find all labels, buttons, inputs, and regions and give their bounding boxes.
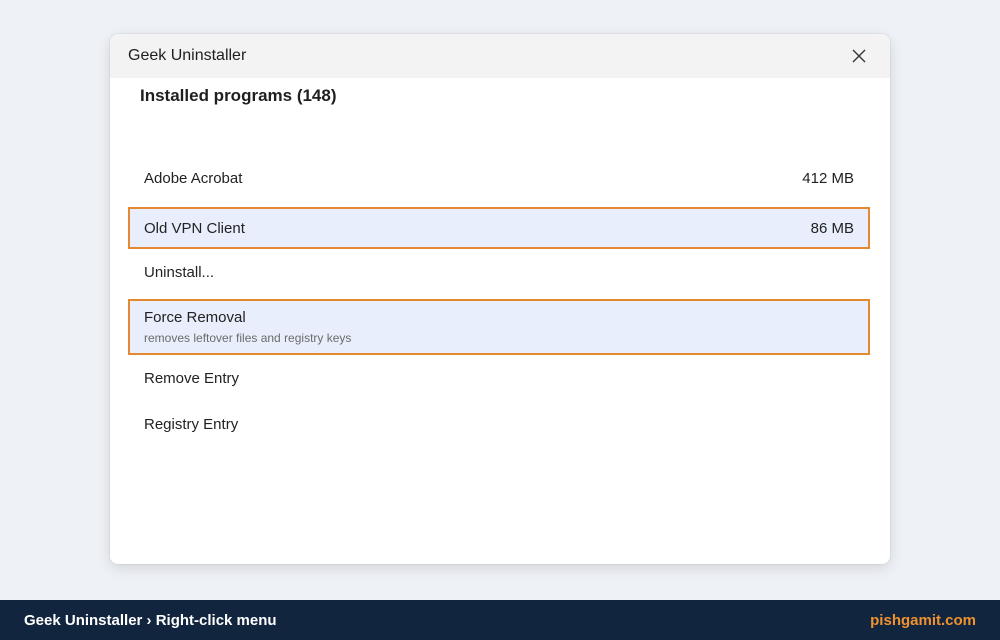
program-name: Old VPN Client: [144, 219, 245, 237]
menu-item-force-removal[interactable]: Force Removal removes leftover files and…: [128, 299, 870, 355]
program-size: 86 MB: [810, 219, 854, 237]
close-icon: [852, 49, 866, 63]
menu-item-label: Force Removal: [144, 309, 246, 326]
caption-bar: Geek Uninstaller › Right-click menu pish…: [0, 600, 1000, 640]
site-brand: pishgamit.com: [870, 611, 976, 629]
menu-item-uninstall[interactable]: Uninstall...: [128, 254, 870, 290]
window-title: Geek Uninstaller: [128, 47, 247, 64]
app-window: Geek Uninstaller Installed programs (148…: [110, 34, 890, 564]
menu-item-label: Uninstall...: [144, 263, 215, 281]
menu-item-registry-entry[interactable]: Registry Entry: [128, 406, 870, 442]
program-name: Adobe Acrobat: [144, 169, 243, 187]
title-bar[interactable]: Geek Uninstaller: [110, 34, 890, 78]
menu-item-label: Remove Entry: [144, 369, 240, 387]
list-heading: Installed programs (148): [140, 86, 337, 105]
program-row-adobe-acrobat[interactable]: Adobe Acrobat 412 MB: [128, 160, 870, 196]
menu-item-remove-entry[interactable]: Remove Entry: [128, 360, 870, 396]
menu-item-description: removes leftover files and registry keys: [144, 331, 352, 345]
menu-item-label: Registry Entry: [144, 415, 239, 433]
breadcrumb: Geek Uninstaller › Right-click menu: [24, 611, 277, 629]
program-row-old-vpn-client[interactable]: Old VPN Client 86 MB: [128, 207, 870, 249]
program-size: 412 MB: [802, 169, 854, 187]
close-button[interactable]: [844, 41, 874, 71]
